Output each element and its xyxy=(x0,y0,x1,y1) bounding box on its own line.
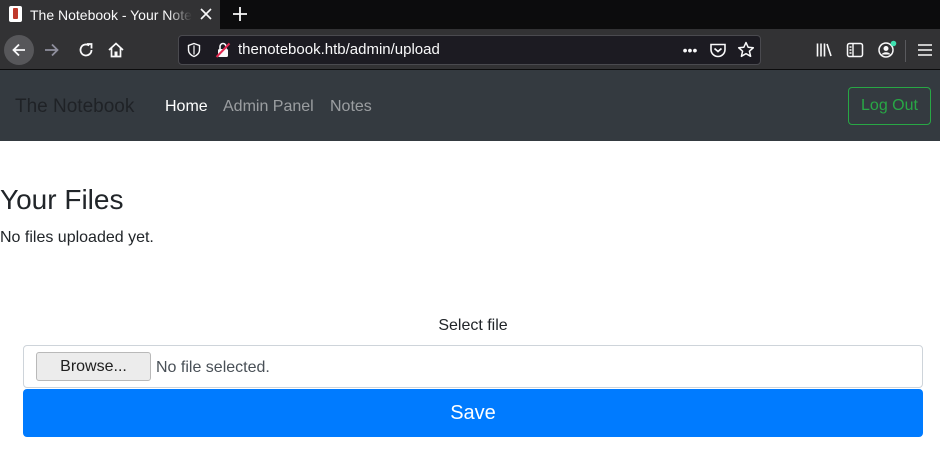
bookmark-button[interactable] xyxy=(736,40,756,60)
bookmark-star-icon xyxy=(737,41,755,58)
toolbar-separator xyxy=(905,40,906,62)
select-file-label: Select file xyxy=(438,317,508,334)
page-title: Your Files xyxy=(0,184,124,215)
site-brand[interactable]: The Notebook xyxy=(15,96,134,118)
empty-files-message: No files uploaded yet. xyxy=(0,229,154,246)
menu-icon xyxy=(918,44,932,56)
pocket-button[interactable] xyxy=(708,40,728,60)
nav-link-home[interactable]: Home xyxy=(165,97,208,117)
page-actions-more-icon[interactable]: ••• xyxy=(680,41,700,59)
save-button[interactable]: Save xyxy=(23,389,923,437)
reload-button[interactable] xyxy=(76,40,96,60)
favicon-icon xyxy=(9,6,22,22)
reload-icon xyxy=(79,43,93,57)
url-text[interactable]: thenotebook.htb/admin/upload xyxy=(238,41,538,59)
file-status-text: No file selected. xyxy=(156,359,270,376)
tracking-shield-icon[interactable] xyxy=(186,42,202,58)
account-button[interactable] xyxy=(876,40,898,60)
browse-button[interactable]: Browse... xyxy=(36,352,151,381)
library-button[interactable] xyxy=(814,40,834,60)
sidebar-icon xyxy=(846,42,864,58)
new-tab-plus-icon[interactable] xyxy=(229,3,251,25)
account-icon xyxy=(878,40,897,58)
pocket-icon xyxy=(710,43,726,58)
nav-link-notes[interactable]: Notes xyxy=(330,97,372,117)
nav-link-admin-panel[interactable]: Admin Panel xyxy=(223,97,314,117)
back-arrow-icon xyxy=(12,43,25,57)
logout-button[interactable]: Log Out xyxy=(848,87,931,125)
home-button[interactable] xyxy=(106,40,126,60)
insecure-lock-icon[interactable] xyxy=(214,41,232,59)
tab-title: The Notebook - Your Notebook xyxy=(30,7,192,23)
forward-arrow-icon xyxy=(45,43,59,57)
library-icon xyxy=(816,43,832,57)
tab-close-icon[interactable] xyxy=(197,5,215,23)
sidebar-button[interactable] xyxy=(845,40,865,60)
forward-button[interactable] xyxy=(42,40,62,60)
home-icon xyxy=(108,42,124,58)
browser-tab[interactable]: The Notebook - Your Notebook xyxy=(0,0,220,29)
back-button[interactable] xyxy=(4,35,34,65)
site-navbar xyxy=(0,70,940,141)
menu-button[interactable] xyxy=(915,40,935,60)
